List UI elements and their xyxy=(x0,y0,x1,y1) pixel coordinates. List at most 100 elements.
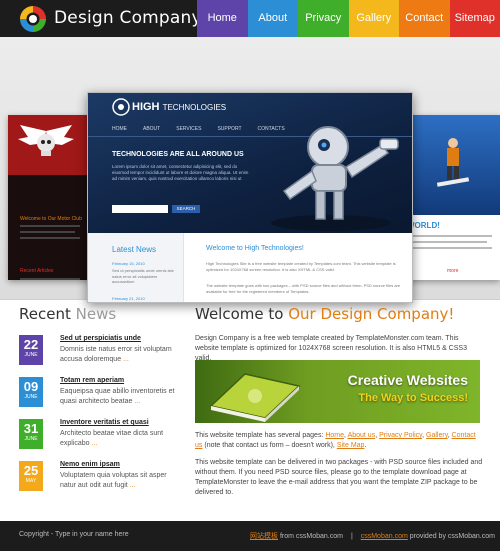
news-text-body: Domnis iste natus error sit voluptam acc… xyxy=(60,346,172,363)
book-icon xyxy=(209,373,301,422)
banner-title: Creative Websites xyxy=(347,372,468,388)
news-title-link[interactable]: Totam rem aperiam xyxy=(60,377,124,384)
hightech-news-heading: Latest News xyxy=(112,245,157,254)
main-nav: Home About Privacy Gallery Contact Sitem… xyxy=(197,0,500,37)
pages-note: (note that contact us form – doesn't wor… xyxy=(204,442,335,449)
news-date-badge: 09 JUNE xyxy=(19,377,43,407)
hightech-news-text: Sed ut perspiciatis unde omnis iste natu… xyxy=(112,268,174,284)
hightech-logo-rest: TECHNOLOGIES xyxy=(162,103,227,112)
credit-link-templates[interactable]: 网站模板 xyxy=(250,533,278,540)
news-date-month: JUNE xyxy=(24,436,38,442)
news-date-badge: 25 MAY xyxy=(19,461,43,491)
snowboarder-icon xyxy=(436,138,470,187)
credit-tail: provided by cssMoban.com xyxy=(409,533,495,540)
header-bar: Design Company Home About Privacy Galler… xyxy=(0,0,500,37)
news-title-link[interactable]: Inventore veritatis et quasi xyxy=(60,419,149,426)
showcase-preview-right[interactable]: WORLD! more xyxy=(403,115,500,280)
nav-privacy[interactable]: Privacy xyxy=(298,0,349,37)
hightech-nav-support[interactable]: SUPPORT xyxy=(217,126,241,132)
hightech-news-date: February 15, 2010 xyxy=(112,261,145,266)
creative-websites-banner[interactable]: Creative Websites The Way to Success! xyxy=(195,360,480,423)
hightech-welcome-heading: Welcome to High Technologies! xyxy=(206,245,304,252)
page-link-home[interactable]: Home xyxy=(325,432,344,439)
footer-credits: 网站模板 from cssMoban.com | cssMoban.com pr… xyxy=(250,531,495,541)
footer-bar: Copyright - Type in your name here 网站模板 … xyxy=(0,521,500,551)
welcome-section: Welcome to Our Design Company! Design Co… xyxy=(195,305,485,496)
packages-paragraph: This website template can be delivered i… xyxy=(195,459,483,496)
winged-skull-icon xyxy=(18,125,74,156)
news-more-link[interactable]: ... xyxy=(92,440,98,447)
pages-lead: This website template has several pages: xyxy=(195,432,324,439)
news-title-link[interactable]: Sed ut perspiciatis unde xyxy=(60,335,141,342)
news-text: Eaqueipsa quae abillo inventoretis et qu… xyxy=(60,387,180,407)
news-text: Voluptatem quia voluptas sit asper natur… xyxy=(60,471,180,491)
nav-about[interactable]: About xyxy=(247,0,298,37)
news-date-month: MAY xyxy=(25,478,37,484)
brand-name[interactable]: Design Company xyxy=(54,8,202,28)
hightech-logo-main: HIGH xyxy=(132,101,160,113)
nav-sitemap[interactable]: Sitemap xyxy=(449,0,500,37)
hightech-logo-icon xyxy=(112,98,130,116)
hightech-nav-about[interactable]: ABOUT xyxy=(143,126,160,132)
news-item: 31 JUNE Inventore veritatis et quasi Arc… xyxy=(19,419,179,461)
more-link[interactable]: more xyxy=(447,268,458,274)
news-text-body: Architecto beatae vitae dicta sunt expli… xyxy=(60,430,164,447)
hightech-search-input[interactable] xyxy=(112,205,168,213)
news-date-month: JUNE xyxy=(24,394,38,400)
news-item: 25 MAY Nemo enim ipsam Voluptatem quia v… xyxy=(19,461,179,503)
news-more-link[interactable]: ... xyxy=(134,398,140,405)
showcase-preview-left[interactable]: Welcome to Our Motor Club Recent Article… xyxy=(8,115,92,280)
news-date-day: 25 xyxy=(23,463,39,478)
news-title-link[interactable]: Nemo enim ipsam xyxy=(60,461,120,468)
showcase-slider: Welcome to Our Motor Club Recent Article… xyxy=(0,37,500,303)
recent-news-heading-main: Recent xyxy=(19,305,71,323)
page-link-gallery[interactable]: Gallery xyxy=(426,432,448,439)
logo-icon[interactable] xyxy=(18,4,48,34)
showcase-preview-main[interactable]: HIGH TECHNOLOGIES HOME ABOUT SERVICES SU… xyxy=(87,92,413,303)
news-item: 22 JUNE Sed ut perspiciatis unde Domnis … xyxy=(19,335,179,377)
credit-from: from cssMoban.com xyxy=(279,533,343,540)
welcome-heading: Welcome to Our Design Company! xyxy=(195,305,485,323)
hightech-nav-home[interactable]: HOME xyxy=(112,126,127,132)
news-date-day: 22 xyxy=(23,337,39,352)
news-text: Architecto beatae vitae dicta sunt expli… xyxy=(60,429,180,449)
news-text-body: Voluptatem quia voluptas sit asper natur… xyxy=(60,472,167,489)
news-text-body: Eaqueipsa quae abillo inventoretis et qu… xyxy=(60,388,175,405)
news-date-badge: 31 JUNE xyxy=(19,419,43,449)
news-date-day: 31 xyxy=(23,421,39,436)
pages-paragraph: This website template has several pages:… xyxy=(195,432,476,449)
news-date-month: JUNE xyxy=(24,352,38,358)
nav-contact[interactable]: Contact xyxy=(399,0,450,37)
news-more-link[interactable]: ... xyxy=(130,482,136,489)
hightech-welcome-text-2: The website template goes with two packa… xyxy=(206,283,401,294)
news-text: Domnis iste natus error sit voluptam acc… xyxy=(60,345,180,365)
hightech-news-date-2: February 21, 2010 xyxy=(112,296,145,301)
page-link-about[interactable]: About us xyxy=(348,432,376,439)
welcome-heading-main: Welcome to xyxy=(195,305,284,323)
news-item: 09 JUNE Totam rem aperiam Eaqueipsa quae… xyxy=(19,377,179,419)
recent-articles-label: Recent Articles xyxy=(20,268,54,274)
nav-home[interactable]: Home xyxy=(197,0,248,37)
recent-news-heading: Recent News xyxy=(19,305,179,323)
banner-subtitle: The Way to Success! xyxy=(358,392,468,404)
welcome-heading-accent: Our Design Company! xyxy=(288,305,455,323)
hightech-search-button[interactable]: SEARCH xyxy=(172,205,200,213)
recent-news: Recent News 22 JUNE Sed ut perspiciatis … xyxy=(19,305,179,491)
hightech-slogan: TECHNOLOGIES ARE ALL AROUND US xyxy=(112,151,244,158)
motor-club-welcome: Welcome to Our Motor Club xyxy=(20,216,82,222)
hightech-logo: HIGH TECHNOLOGIES xyxy=(132,101,226,113)
credit-separator: | xyxy=(350,533,353,540)
hightech-welcome-text: High Technologies Site is a free website… xyxy=(206,261,396,272)
credit-link-site[interactable]: cssMoban.com xyxy=(361,533,408,540)
hightech-nav-services[interactable]: SERVICES xyxy=(176,126,201,132)
news-date-badge: 22 JUNE xyxy=(19,335,43,365)
nav-gallery[interactable]: Gallery xyxy=(348,0,399,37)
page-link-sitemap[interactable]: Site Map xyxy=(337,442,365,449)
copyright-text: Copyright - Type in your name here xyxy=(19,531,129,538)
news-more-link[interactable]: ... xyxy=(123,356,129,363)
robot-illustration xyxy=(271,126,399,231)
hightech-intro: Lorem ipsum dolor sit amet, consectetur … xyxy=(112,164,249,181)
page-link-privacy[interactable]: Privacy Policy xyxy=(379,432,422,439)
recent-news-heading-accent: News xyxy=(75,305,117,323)
news-date-day: 09 xyxy=(23,379,39,394)
